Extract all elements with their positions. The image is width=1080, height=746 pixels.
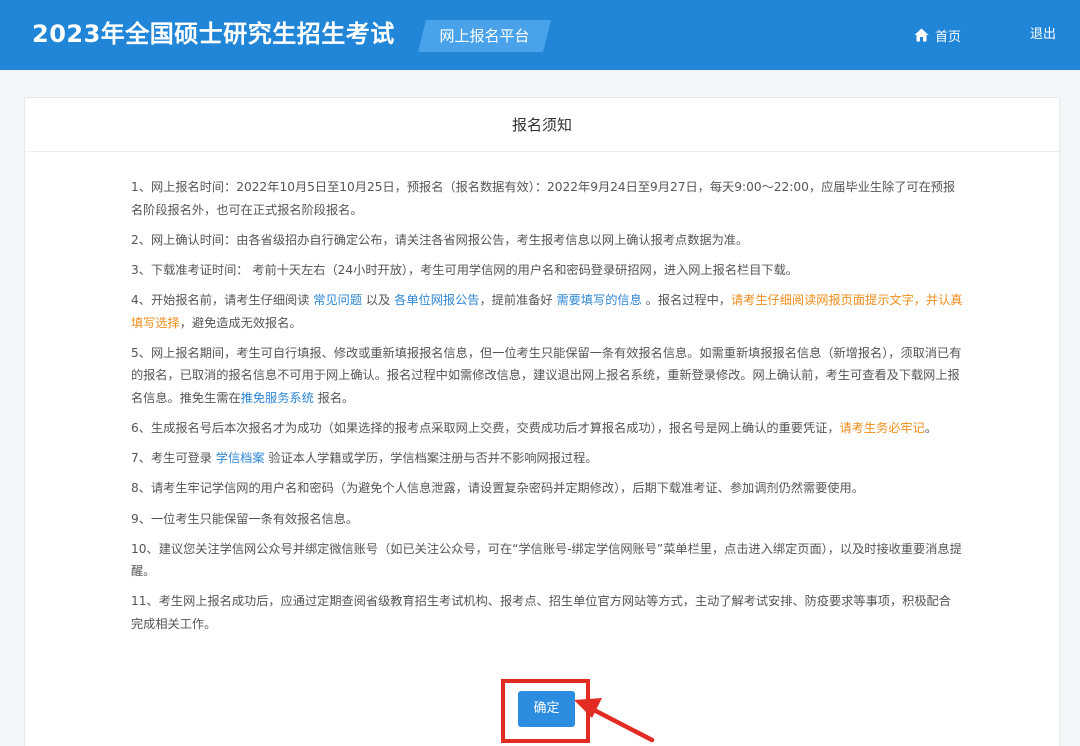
platform-badge: 网上报名平台 <box>418 20 551 52</box>
faq-link[interactable]: 常见问题 <box>313 293 362 307</box>
notice-7-text-a: 7、考生可登录 <box>131 451 216 466</box>
top-navbar: 2023年全国硕士研究生招生考试 网上报名平台 首页 退出 <box>0 0 1080 70</box>
notice-4-text-d: 。报名过程中， <box>641 293 731 308</box>
notice-item-10: 10、建议您关注学信网公众号并绑定微信账号（如已关注公众号，可在“学信账号-绑定… <box>131 541 962 579</box>
notice-4-text-c: ，提前准备好 <box>479 293 557 308</box>
notice-item-6: 6、生成报名号后本次报名才为成功（如果选择的报考点采取网上交费，交费成功后才算报… <box>131 417 963 440</box>
home-link[interactable]: 首页 <box>914 24 961 46</box>
platform-label: 网上报名平台 <box>439 27 530 45</box>
notice-6-text-b: 。 <box>924 420 938 435</box>
notice-6-text-a: 6、生成报名号后本次报名才为成功（如果选择的报考点采取网上交费，交费成功后才算报… <box>131 420 840 435</box>
site-title: 2023年全国硕士研究生招生考试 <box>32 20 395 48</box>
required-info-link[interactable]: 需要填写的信息 <box>556 293 641 307</box>
xuexin-archive-link[interactable]: 学信档案 <box>216 451 265 465</box>
notice-item-4: 4、开始报名前，请考生仔细阅读 常见问题 以及 各单位网报公告，提前准备好 需要… <box>131 289 963 334</box>
notice-4-text-e: ，避免造成无效报名。 <box>179 315 302 330</box>
card-title: 报名须知 <box>25 98 1059 152</box>
notice-item-3: 3、下载准考证时间： 考前十天左右（24小时开放），考生可用学信网的用户名和密码… <box>131 262 798 277</box>
notice-6-highlight: 请考生务必牢记 <box>839 420 925 435</box>
notice-5-text-b: 报名。 <box>313 390 355 405</box>
notice-card: 报名须知 1、网上报名时间：2022年10月5日至10月25日，预报名（报名数据… <box>24 97 1060 746</box>
home-link-label: 首页 <box>935 29 962 45</box>
notice-list: 1、网上报名时间：2022年10月5日至10月25日，预报名（报名数据有效）：2… <box>131 176 963 643</box>
notice-item-2: 2、网上确认时间：由各省级招办自行确定公布，请关注各省网报公告，考生报考信息以网… <box>131 232 749 247</box>
notice-4-text-a: 4、开始报名前，请考生仔细阅读 <box>131 293 314 308</box>
red-arrow-icon <box>574 698 655 743</box>
notice-7-text-b: 验证本人学籍或学历，学信档案注册与否并不影响网报过程。 <box>264 451 598 466</box>
notice-4-text-b: 以及 <box>362 293 395 308</box>
notice-item-7: 7、考生可登录 学信档案 验证本人学籍或学历，学信档案注册与否并不影响网报过程。 <box>131 447 963 470</box>
logout-link[interactable]: 退出 <box>1030 24 1056 46</box>
notice-item-5: 5、网上报名期间，考生可自行填报、修改或重新填报报名信息，但一位考生只能保留一条… <box>131 342 963 410</box>
notice-item-9: 9、一位考生只能保留一条有效报名信息。 <box>131 511 359 526</box>
recommend-system-link[interactable]: 推免服务系统 <box>241 391 314 405</box>
notice-item-11: 11、考生网上报名成功后，应通过定期查阅省级教育招生考试机构、报考点、招生单位官… <box>131 594 951 631</box>
notice-item-8: 8、请考生牢记学信网的用户名和密码（为避免个人信息泄露，请设置复杂密码并定期修改… <box>131 481 864 496</box>
home-icon <box>914 28 929 42</box>
notice-item-1: 1、网上报名时间：2022年10月5日至10月25日，预报名（报名数据有效）：2… <box>131 180 956 217</box>
unit-announcements-link[interactable]: 各单位网报公告 <box>394 293 479 307</box>
